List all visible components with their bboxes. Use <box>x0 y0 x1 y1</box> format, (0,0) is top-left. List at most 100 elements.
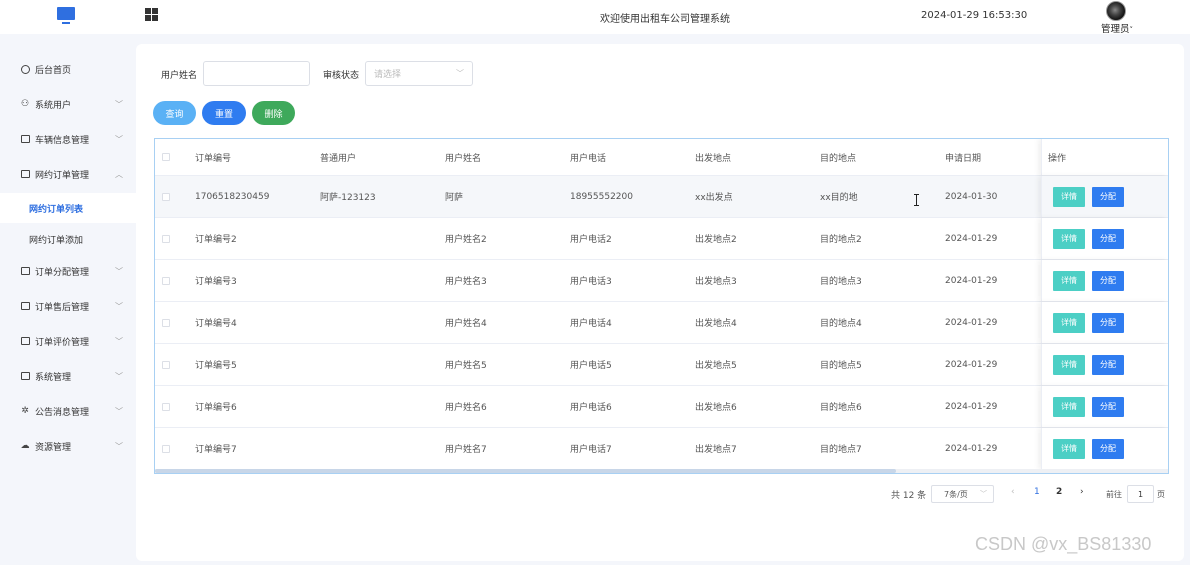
status-label: 审核状态 <box>323 71 360 81</box>
table-row[interactable]: 订单编号5 用户姓名5 用户电话5 出发地点5 目的地点5 2024-01-29… <box>155 344 1168 386</box>
query-button[interactable]: 查询 <box>153 101 196 125</box>
sidebar-item-after-sales[interactable]: 订单售后管理 ﹀ <box>0 291 136 321</box>
detail-button[interactable]: 详情 <box>1053 354 1085 375</box>
row-checkbox[interactable] <box>162 192 170 201</box>
header-order-no: 订单编号 <box>195 153 232 164</box>
cell-origin: 出发地点4 <box>695 319 737 329</box>
cell-apply-date: 2024-01-29 <box>945 401 998 412</box>
header-actions-col: 操作 <box>1041 139 1168 175</box>
cell-username: 用户姓名5 <box>445 361 487 371</box>
app-grid-icon[interactable] <box>145 8 158 21</box>
chevron-down-icon: ˅ <box>1129 26 1134 34</box>
avatar[interactable] <box>1106 1 1126 21</box>
page-size-select[interactable]: 7条/页 ﹀ <box>931 485 994 503</box>
monitor-logo-icon <box>57 7 75 24</box>
text-cursor-icon <box>914 194 920 206</box>
cell-username: 用户姓名4 <box>445 319 487 329</box>
sidebar-item-label: 系统用户 <box>35 100 72 111</box>
user-icon: ⚇ <box>20 99 30 109</box>
prev-page-button[interactable]: ‹ <box>1011 487 1015 497</box>
card-icon <box>20 169 30 179</box>
cell-username: 用户姓名7 <box>445 445 487 455</box>
assign-button[interactable]: 分配 <box>1092 270 1124 291</box>
sidebar-item-label: 网约订单管理 <box>35 170 90 181</box>
assign-button[interactable]: 分配 <box>1092 186 1124 207</box>
sidebar-item-vehicles[interactable]: 车辆信息管理 ﹀ <box>0 124 136 154</box>
sidebar-item-home[interactable]: 后台首页 <box>0 54 136 84</box>
delete-button[interactable]: 删除 <box>252 101 295 125</box>
cell-username: 用户姓名2 <box>445 235 487 245</box>
row-checkbox[interactable] <box>162 444 170 453</box>
reset-button[interactable]: 重置 <box>202 101 246 125</box>
horizontal-scrollbar[interactable] <box>155 469 1168 473</box>
page-2-button[interactable]: 2 <box>1056 487 1062 497</box>
username-input[interactable] <box>203 61 310 86</box>
cell-order-no: 订单编号6 <box>195 403 237 413</box>
table-row[interactable]: 订单编号6 用户姓名6 用户电话6 出发地点6 目的地点6 2024-01-29… <box>155 386 1168 428</box>
cell-origin: xx出发点 <box>695 193 733 203</box>
detail-button[interactable]: 详情 <box>1053 270 1085 291</box>
sidebar-item-online-orders[interactable]: 网约订单管理 ︿ <box>0 159 136 189</box>
actions-cell: 详情 分配 <box>1041 386 1168 427</box>
sidebar-item-announcements[interactable]: ✲ 公告消息管理 ﹀ <box>0 396 136 426</box>
table-row[interactable]: 订单编号3 用户姓名3 用户电话3 出发地点3 目的地点3 2024-01-29… <box>155 260 1168 302</box>
detail-button[interactable]: 详情 <box>1053 186 1085 207</box>
row-checkbox[interactable] <box>162 276 170 285</box>
row-checkbox[interactable] <box>162 402 170 411</box>
cell-origin: 出发地点5 <box>695 361 737 371</box>
table-row[interactable]: 订单编号4 用户姓名4 用户电话4 出发地点4 目的地点4 2024-01-29… <box>155 302 1168 344</box>
select-all-checkbox[interactable] <box>162 153 170 161</box>
row-checkbox[interactable] <box>162 234 170 243</box>
sidebar-item-label: 公告消息管理 <box>35 407 90 418</box>
scrollbar-thumb[interactable] <box>155 469 896 473</box>
sidebar-subitem-order-add[interactable]: 网约订单添加 <box>0 224 136 254</box>
row-checkbox[interactable] <box>162 318 170 327</box>
clock-icon <box>20 64 30 74</box>
header-destination: 目的地点 <box>820 153 857 164</box>
assign-button[interactable]: 分配 <box>1092 438 1124 459</box>
goto-page-input[interactable]: 1 <box>1127 485 1154 503</box>
assign-button[interactable]: 分配 <box>1092 396 1124 417</box>
sidebar: 后台首页 ⚇ 系统用户 ﹀ 车辆信息管理 ﹀ 网约订单管理 ︿ 网约订单列表 网… <box>0 34 136 565</box>
sidebar-subitem-order-list[interactable]: 网约订单列表 <box>0 193 136 223</box>
table-row[interactable]: 1706518230459 阿萨-123123 阿萨 18955552200 x… <box>155 176 1168 218</box>
chevron-down-icon: ﹀ <box>115 266 123 276</box>
cell-phone: 用户电话5 <box>570 361 612 371</box>
sidebar-item-label: 系统管理 <box>35 372 72 383</box>
actions-cell: 详情 分配 <box>1041 302 1168 343</box>
sidebar-item-system-users[interactable]: ⚇ 系统用户 ﹀ <box>0 89 136 119</box>
page-1-button[interactable]: 1 <box>1034 487 1040 497</box>
table-row[interactable]: 订单编号7 用户姓名7 用户电话7 出发地点7 目的地点7 2024-01-29… <box>155 428 1168 470</box>
cell-apply-date: 2024-01-29 <box>945 443 998 454</box>
cell-destination: 目的地点4 <box>820 319 862 329</box>
goto-label: 前往 <box>1106 489 1122 499</box>
pagination-total: 共 12 条 <box>891 490 927 501</box>
assign-button[interactable]: 分配 <box>1092 228 1124 249</box>
cell-username: 阿萨 <box>445 193 464 203</box>
detail-button[interactable]: 详情 <box>1053 438 1085 459</box>
table-row[interactable]: 订单编号2 用户姓名2 用户电话2 出发地点2 目的地点2 2024-01-29… <box>155 218 1168 260</box>
table-header: 订单编号 普通用户 用户姓名 用户电话 出发地点 目的地点 申请日期 操作 <box>155 139 1168 176</box>
assign-button[interactable]: 分配 <box>1092 354 1124 375</box>
chevron-down-icon: ﹀ <box>115 99 123 109</box>
cell-destination: 目的地点7 <box>820 445 862 455</box>
sidebar-item-system-management[interactable]: 系统管理 ﹀ <box>0 361 136 391</box>
cell-apply-date: 2024-01-29 <box>945 317 998 328</box>
detail-button[interactable]: 详情 <box>1053 228 1085 249</box>
detail-button[interactable]: 详情 <box>1053 312 1085 333</box>
assign-button[interactable]: 分配 <box>1092 312 1124 333</box>
cell-origin: 出发地点6 <box>695 403 737 413</box>
card-icon <box>20 336 30 346</box>
user-menu[interactable]: 管理员˅ <box>1101 21 1133 35</box>
sidebar-item-resources[interactable]: ☁ 资源管理 ﹀ <box>0 431 136 461</box>
sun-icon: ✲ <box>21 406 29 416</box>
row-checkbox[interactable] <box>162 360 170 369</box>
status-select[interactable]: 请选择 ﹀ <box>365 61 473 86</box>
actions-cell: 详情 分配 <box>1041 176 1168 217</box>
sidebar-item-order-assign[interactable]: 订单分配管理 ﹀ <box>0 256 136 286</box>
cell-username: 用户姓名3 <box>445 277 487 287</box>
next-page-button[interactable]: › <box>1080 487 1084 497</box>
detail-button[interactable]: 详情 <box>1053 396 1085 417</box>
card-icon <box>20 134 30 144</box>
sidebar-item-order-reviews[interactable]: 订单评价管理 ﹀ <box>0 326 136 356</box>
